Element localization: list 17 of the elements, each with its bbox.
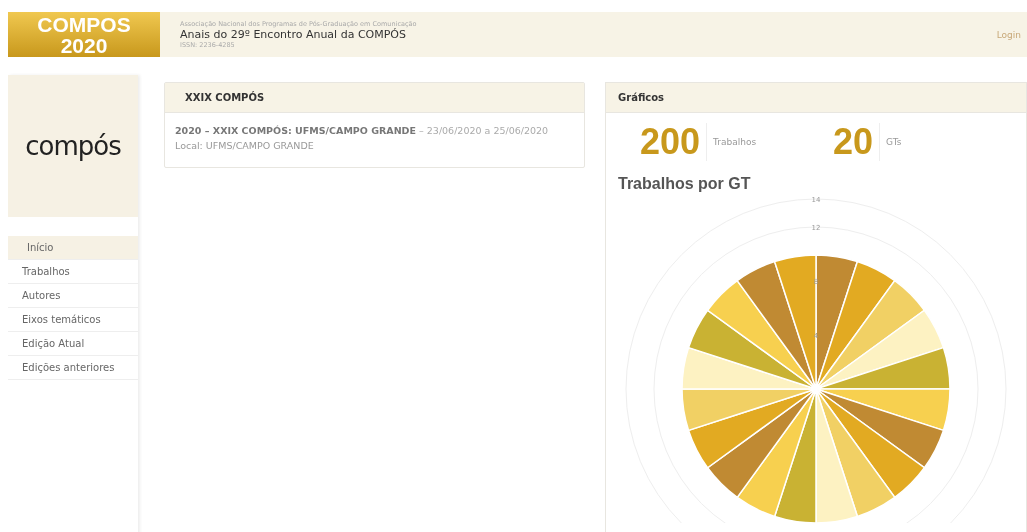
card-title: Gráficos	[606, 83, 1026, 113]
stat-label: Trabalhos	[713, 137, 757, 147]
location-text: Local: UFMS/CAMPO GRANDE	[175, 139, 315, 153]
event-text: 2020 – XXIX COMPÓS: UFMS/CAMPO GRANDE – 23/06/2020 a 25/06/2020	[175, 125, 549, 136]
sidebar-item[interactable]: Trabalhos	[8, 260, 138, 284]
site-logo[interactable]: compós	[8, 75, 138, 217]
card-title: XXIX COMPÓS	[165, 83, 584, 113]
stat-number: 20	[833, 123, 881, 161]
header-title: Anais do 29º Encontro Anual da COMPÓS	[180, 28, 407, 41]
sidebar-item[interactable]: Eixos temáticos	[8, 308, 138, 332]
sidebar-item[interactable]: Edição Atual	[8, 332, 138, 356]
sidebar-item[interactable]: Autores	[8, 284, 138, 308]
sidebar-item[interactable]: Edições anteriores	[8, 356, 138, 380]
stat-label: GTs	[886, 137, 902, 147]
chart-title: Trabalhos por GT	[618, 175, 751, 193]
stat-number: 200	[640, 123, 708, 161]
sidebar-item[interactable]: Início	[8, 236, 138, 260]
